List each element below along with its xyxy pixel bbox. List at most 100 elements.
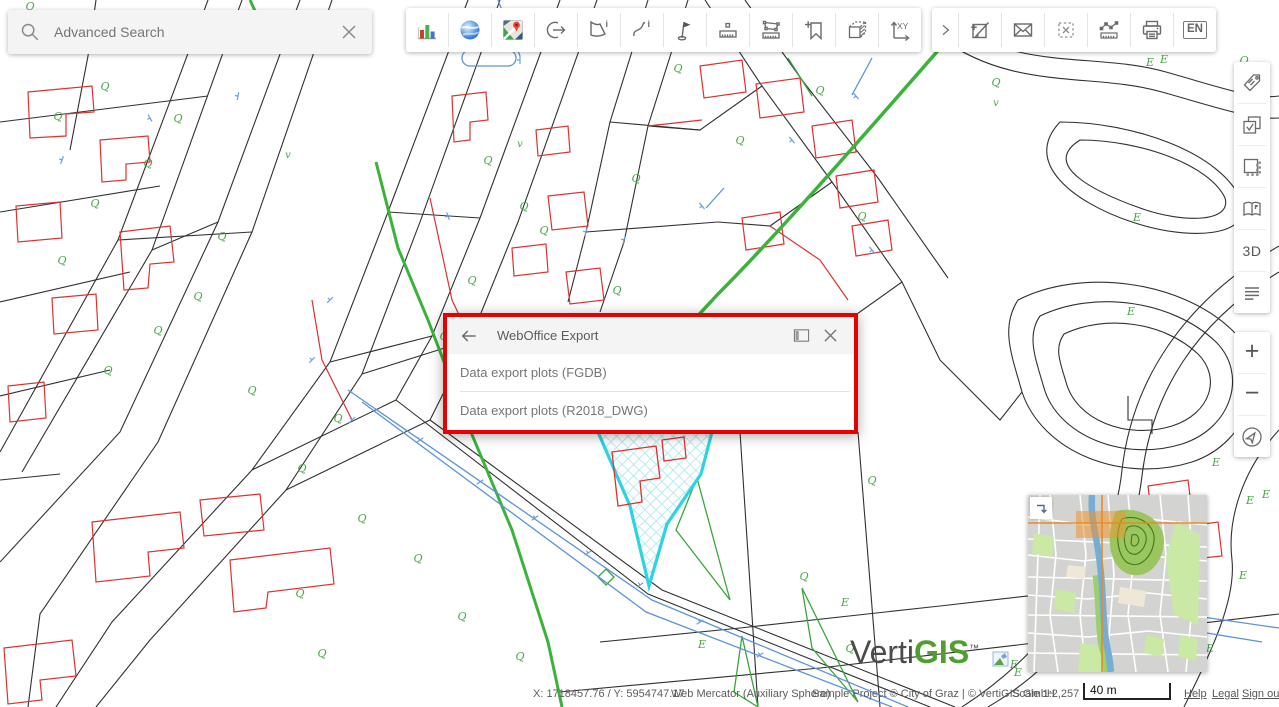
svg-text:Q: Q: [519, 200, 528, 213]
redlining-edit-button[interactable]: [959, 8, 1001, 52]
google-earth-button[interactable]: [449, 8, 491, 52]
weboffice-app: { "search": { "placeholder": "Advanced S…: [0, 0, 1279, 707]
clear-selection-button[interactable]: [1045, 8, 1087, 52]
svg-text:Q: Q: [143, 157, 152, 170]
locate-button[interactable]: [1234, 416, 1270, 457]
svg-text:Q: Q: [612, 284, 621, 297]
cube-3d-icon: [845, 18, 869, 42]
advanced-search-box[interactable]: [8, 10, 372, 54]
zoom-in-button[interactable]: +: [1234, 332, 1270, 373]
svg-text:Q: Q: [100, 80, 109, 93]
svg-text:Q: Q: [515, 650, 524, 663]
layers-check-icon: [1240, 113, 1264, 137]
svg-text:Q: Q: [333, 412, 342, 425]
signout-link[interactable]: Sign out: [1242, 688, 1279, 700]
envelope-icon: [1011, 18, 1035, 42]
svg-text:E: E: [840, 596, 849, 609]
polygon-info-button[interactable]: i: [578, 8, 620, 52]
status-scale: Scale 1:2,257: [1012, 688, 1079, 700]
layer-list-button[interactable]: [1234, 272, 1270, 313]
secondary-toolbar: EN: [932, 8, 1216, 52]
overview-map[interactable]: [1028, 495, 1207, 672]
svg-text:Q: Q: [413, 552, 422, 565]
svg-text:Q: Q: [90, 197, 99, 210]
svg-text:E: E: [1238, 569, 1247, 582]
layer-transparency-button[interactable]: [1234, 146, 1270, 187]
chevron-right-icon: [937, 22, 953, 38]
svg-text:i: i: [606, 19, 609, 29]
corner-arrow-icon: [1033, 500, 1049, 516]
overview-collapse-button[interactable]: [1030, 497, 1052, 519]
overview-canvas: [1028, 495, 1207, 672]
side-toolbar: 3D: [1234, 62, 1270, 313]
svg-text:E: E: [1145, 56, 1154, 69]
back-icon[interactable]: [459, 326, 479, 346]
svg-text:Q: Q: [217, 230, 226, 243]
svg-text:E: E: [1159, 53, 1168, 66]
scalebar-label: 40 m: [1090, 683, 1117, 697]
polygon-info-icon: i: [587, 18, 611, 42]
svg-text:E: E: [697, 638, 706, 651]
measure-points-button[interactable]: [1088, 8, 1130, 52]
close-search-icon[interactable]: [326, 24, 372, 40]
navigation-arrow-icon: [1239, 424, 1265, 450]
svg-text:E: E: [1245, 494, 1254, 507]
svg-text:Q: Q: [631, 172, 640, 185]
svg-text:Q: Q: [815, 84, 824, 97]
threed-button[interactable]: 3D: [1234, 230, 1270, 271]
send-email-button[interactable]: [1002, 8, 1044, 52]
help-link[interactable]: Help: [1184, 688, 1207, 700]
expand-toolbar-button[interactable]: [932, 8, 958, 52]
measure-area-button[interactable]: [750, 8, 792, 52]
zoom-out-button[interactable]: −: [1234, 374, 1270, 415]
minus-icon: −: [1245, 381, 1260, 406]
image-placeholder-icon: [992, 651, 1009, 667]
svg-text:Q: Q: [673, 62, 682, 75]
language-label: EN: [1183, 21, 1207, 39]
bookmark-plus-icon: [802, 18, 826, 42]
export-option-fgdb[interactable]: Data export plots (FGDB): [447, 354, 854, 391]
scalebar: 40 m: [1083, 683, 1171, 700]
export-session-button[interactable]: [535, 8, 577, 52]
dialog-title: WebOffice Export: [497, 328, 786, 343]
svg-text:Q: Q: [991, 76, 1000, 89]
threed-label: 3D: [1243, 243, 1262, 259]
svg-text:Q: Q: [845, 642, 854, 655]
language-button[interactable]: EN: [1174, 8, 1216, 52]
svg-text:v: v: [285, 150, 291, 161]
legal-link[interactable]: Legal: [1212, 688, 1239, 700]
layer-check-button[interactable]: [1234, 104, 1270, 145]
edit-redline-icon: [968, 18, 992, 42]
main-toolbar: i i: [406, 8, 921, 52]
xy-coordinates-button[interactable]: XY: [879, 8, 921, 52]
xy-axes-icon: XY: [888, 18, 912, 42]
google-earth-icon: [458, 18, 482, 42]
dock-panel-icon[interactable]: [786, 328, 816, 343]
svg-text:Q: Q: [57, 254, 66, 267]
svg-text:Q: Q: [295, 587, 304, 600]
svg-text:E: E: [1261, 488, 1270, 501]
svg-text:Q: Q: [867, 474, 876, 487]
clear-selection-icon: [1054, 18, 1078, 42]
print-button[interactable]: [1131, 8, 1173, 52]
svg-text:E: E: [1211, 456, 1220, 469]
polyline-info-button[interactable]: i: [621, 8, 663, 52]
svg-text:v: v: [993, 98, 999, 109]
google-maps-button[interactable]: [492, 8, 534, 52]
svg-text:v: v: [517, 139, 523, 150]
legend-book-button[interactable]: [1234, 188, 1270, 229]
tag-button[interactable]: [1234, 62, 1270, 103]
search-input[interactable]: [52, 23, 326, 41]
close-dialog-icon[interactable]: [816, 328, 844, 343]
add-bookmark-button[interactable]: [793, 8, 835, 52]
flag-marker-button[interactable]: [664, 8, 706, 52]
view-3d-button[interactable]: [836, 8, 878, 52]
statistics-chart-button[interactable]: [406, 8, 448, 52]
export-option-dwg[interactable]: Data export plots (R2018_DWG): [447, 392, 854, 429]
plus-icon: +: [1245, 339, 1260, 364]
bar-chart-icon: [415, 18, 439, 42]
svg-text:Q: Q: [153, 324, 162, 337]
measure-length-button[interactable]: [707, 8, 749, 52]
overview-extent-rect[interactable]: [1076, 511, 1126, 538]
list-icon: [1240, 281, 1264, 305]
